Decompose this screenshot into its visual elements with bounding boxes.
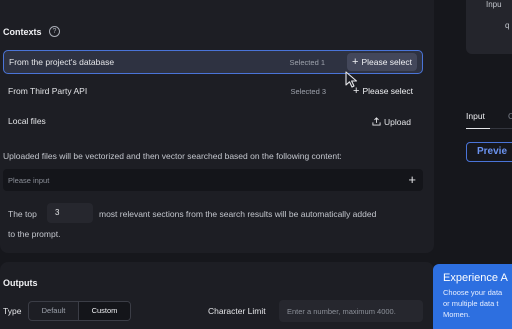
tab-next[interactable]: C xyxy=(508,111,512,121)
mouse-cursor-icon xyxy=(345,71,358,88)
type-option-default[interactable]: Default xyxy=(29,302,78,320)
plus-icon: + xyxy=(352,56,359,68)
search-content-input[interactable] xyxy=(8,172,388,188)
card-text: q xyxy=(505,21,510,30)
outputs-title: Outputs xyxy=(3,278,38,288)
right-info-card: Inpu q xyxy=(466,0,512,54)
top-suffix-text-line2: to the prompt. xyxy=(8,229,61,239)
selected-count: Selected 3 xyxy=(290,87,326,96)
card-text: Inpu xyxy=(486,0,502,9)
upload-button[interactable]: Upload xyxy=(372,117,411,127)
type-segmented-control: Default Custom xyxy=(28,301,131,321)
search-content-box: + xyxy=(3,169,423,191)
preview-button[interactable]: Previe xyxy=(466,142,512,162)
upload-description: Uploaded files will be vectorized and th… xyxy=(3,151,342,161)
context-row-label: From the project's database xyxy=(9,57,115,67)
top-prefix-text: The top xyxy=(8,209,37,219)
experience-banner[interactable]: Experience A Choose your data or multipl… xyxy=(433,264,512,329)
add-icon[interactable]: + xyxy=(408,172,416,188)
experience-body: Choose your data or multiple data t Mome… xyxy=(443,288,503,319)
selected-count: Selected 1 xyxy=(289,58,325,67)
context-row-database[interactable]: From the project's database Selected 1 +… xyxy=(3,50,423,74)
type-label: Type xyxy=(3,306,22,316)
upload-icon xyxy=(372,117,381,126)
top-suffix-text: most relevant sections from the search r… xyxy=(99,209,377,219)
contexts-title: Contexts xyxy=(3,27,42,37)
context-row-local-files: Local files xyxy=(3,110,423,134)
context-row-label: Local files xyxy=(8,116,46,126)
experience-title: Experience A xyxy=(443,272,508,284)
help-icon[interactable]: ? xyxy=(49,26,60,37)
context-row-label: From Third Party API xyxy=(8,86,88,96)
context-row-third-party-api[interactable]: From Third Party API Selected 3 + Please … xyxy=(3,80,423,104)
type-option-custom[interactable]: Custom xyxy=(78,302,130,320)
tab-input[interactable]: Input xyxy=(466,111,485,121)
active-tab-underline xyxy=(466,128,490,129)
please-select-button[interactable]: + Please select xyxy=(347,53,417,71)
character-limit-input[interactable] xyxy=(279,300,423,322)
top-count-input[interactable]: 3 xyxy=(47,203,93,223)
character-limit-label: Character Limit xyxy=(208,306,266,316)
